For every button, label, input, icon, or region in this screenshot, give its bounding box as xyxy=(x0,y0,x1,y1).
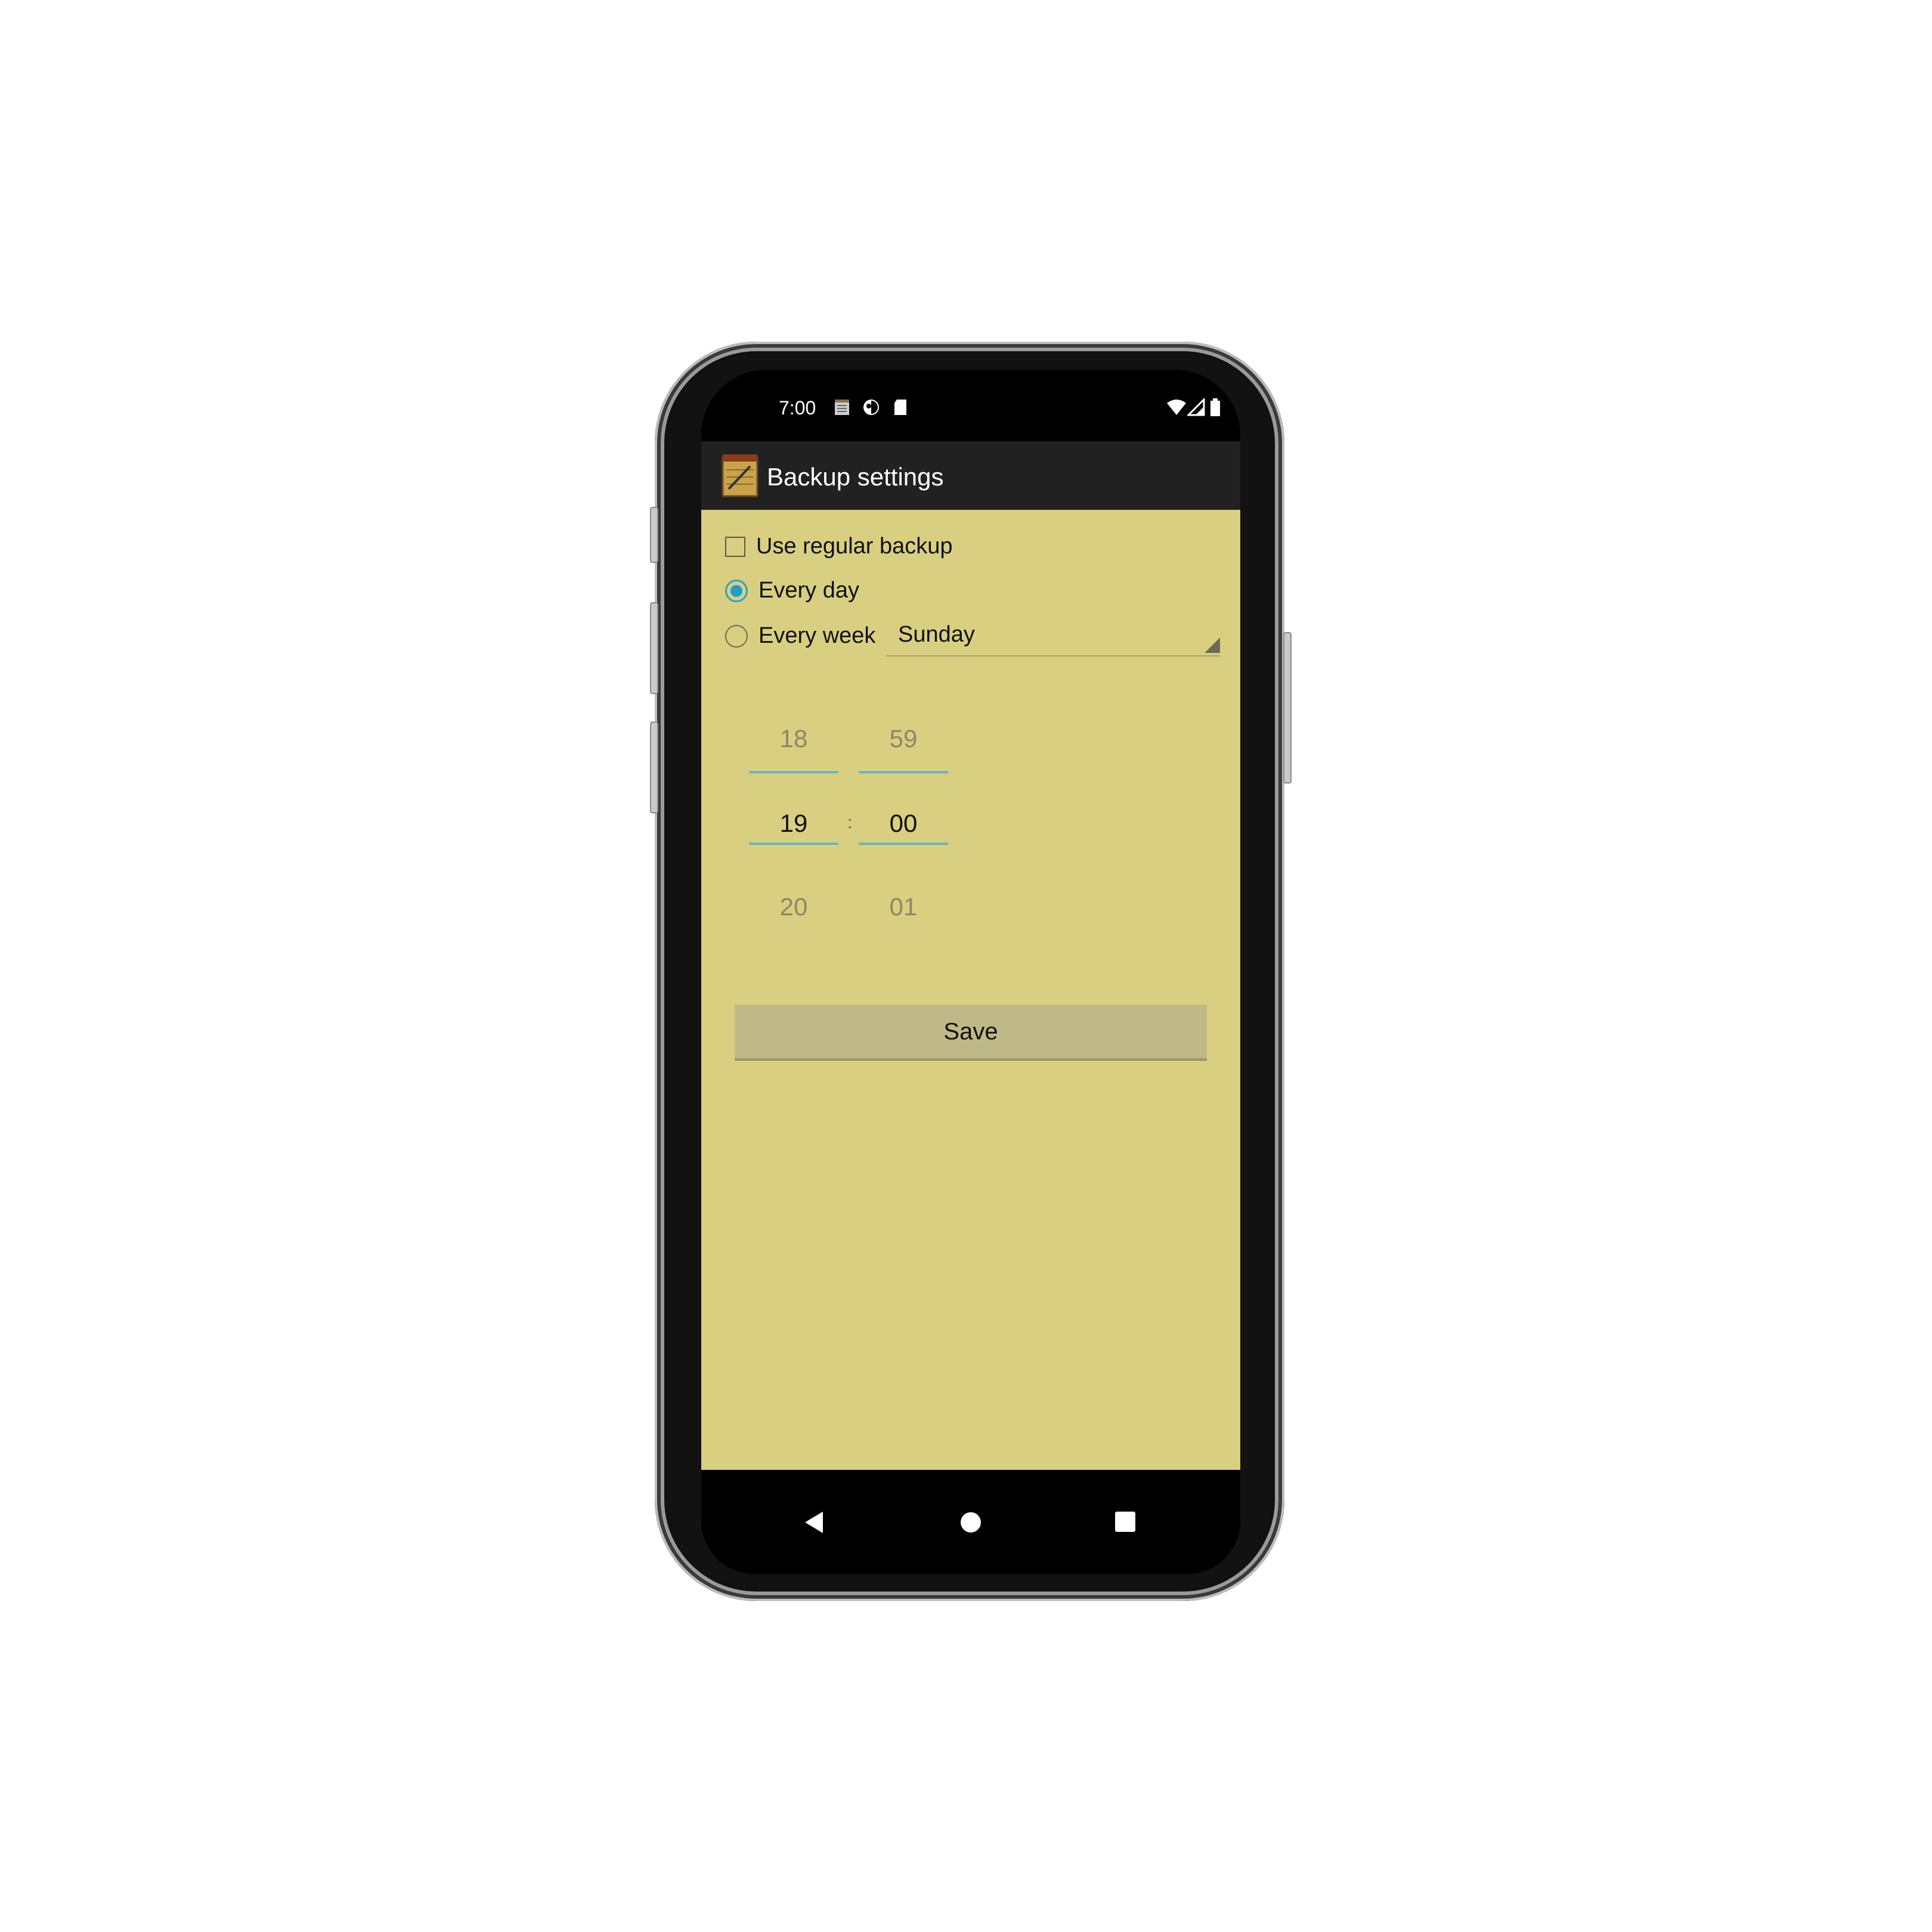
phone-side-button-3 xyxy=(650,722,658,813)
notes-icon xyxy=(834,398,852,416)
media-icon xyxy=(862,398,880,416)
minute-prev[interactable]: 59 xyxy=(859,724,948,753)
phone-side-button-1 xyxy=(650,507,658,563)
hour-bottom-divider xyxy=(749,843,838,845)
page-title: Backup settings xyxy=(767,463,944,491)
every-day-radio[interactable] xyxy=(725,579,748,602)
weekday-dropdown-value: Sunday xyxy=(898,622,975,647)
back-icon[interactable] xyxy=(803,1510,824,1537)
app-bar: Backup settings xyxy=(701,441,1240,510)
save-button[interactable]: Save xyxy=(735,1005,1207,1061)
phone-screen: 7:00 Backup settings Use regular backup … xyxy=(701,370,1240,1574)
use-regular-backup-row[interactable]: Use regular backup xyxy=(725,534,953,559)
minute-top-divider xyxy=(859,771,948,773)
notebook-app-icon xyxy=(720,452,760,499)
time-separator: : xyxy=(847,813,853,832)
every-day-label: Every day xyxy=(758,578,859,603)
home-icon[interactable] xyxy=(960,1512,982,1536)
hour-top-divider xyxy=(749,771,838,773)
settings-content: Use regular backup Every day Every week … xyxy=(701,510,1240,1470)
use-regular-backup-label: Use regular backup xyxy=(756,534,953,559)
battery-icon xyxy=(1209,398,1227,416)
every-week-row[interactable]: Every week xyxy=(725,623,875,649)
status-clock: 7:00 xyxy=(779,397,816,419)
dropdown-arrow-icon xyxy=(1205,637,1220,653)
weekday-dropdown[interactable]: Sunday xyxy=(886,622,1220,657)
wifi-icon xyxy=(1166,398,1186,416)
minute-current[interactable]: 00 xyxy=(859,809,948,838)
use-regular-backup-checkbox[interactable] xyxy=(725,536,745,557)
minute-next[interactable]: 01 xyxy=(859,893,948,921)
every-week-label: Every week xyxy=(758,623,876,648)
phone-side-button-2 xyxy=(650,602,658,694)
minute-bottom-divider xyxy=(859,843,948,845)
navigation-bar xyxy=(701,1470,1240,1574)
hour-current[interactable]: 19 xyxy=(749,809,838,838)
recents-icon[interactable] xyxy=(1115,1512,1135,1535)
status-bar: 7:00 xyxy=(701,370,1240,441)
every-week-radio[interactable] xyxy=(725,624,748,648)
hour-prev[interactable]: 18 xyxy=(749,724,838,753)
hour-next[interactable]: 20 xyxy=(749,893,838,921)
phone-power-button xyxy=(1283,632,1292,784)
signal-icon xyxy=(1186,397,1205,416)
every-day-row[interactable]: Every day xyxy=(725,578,859,603)
sd-card-icon xyxy=(893,398,911,416)
